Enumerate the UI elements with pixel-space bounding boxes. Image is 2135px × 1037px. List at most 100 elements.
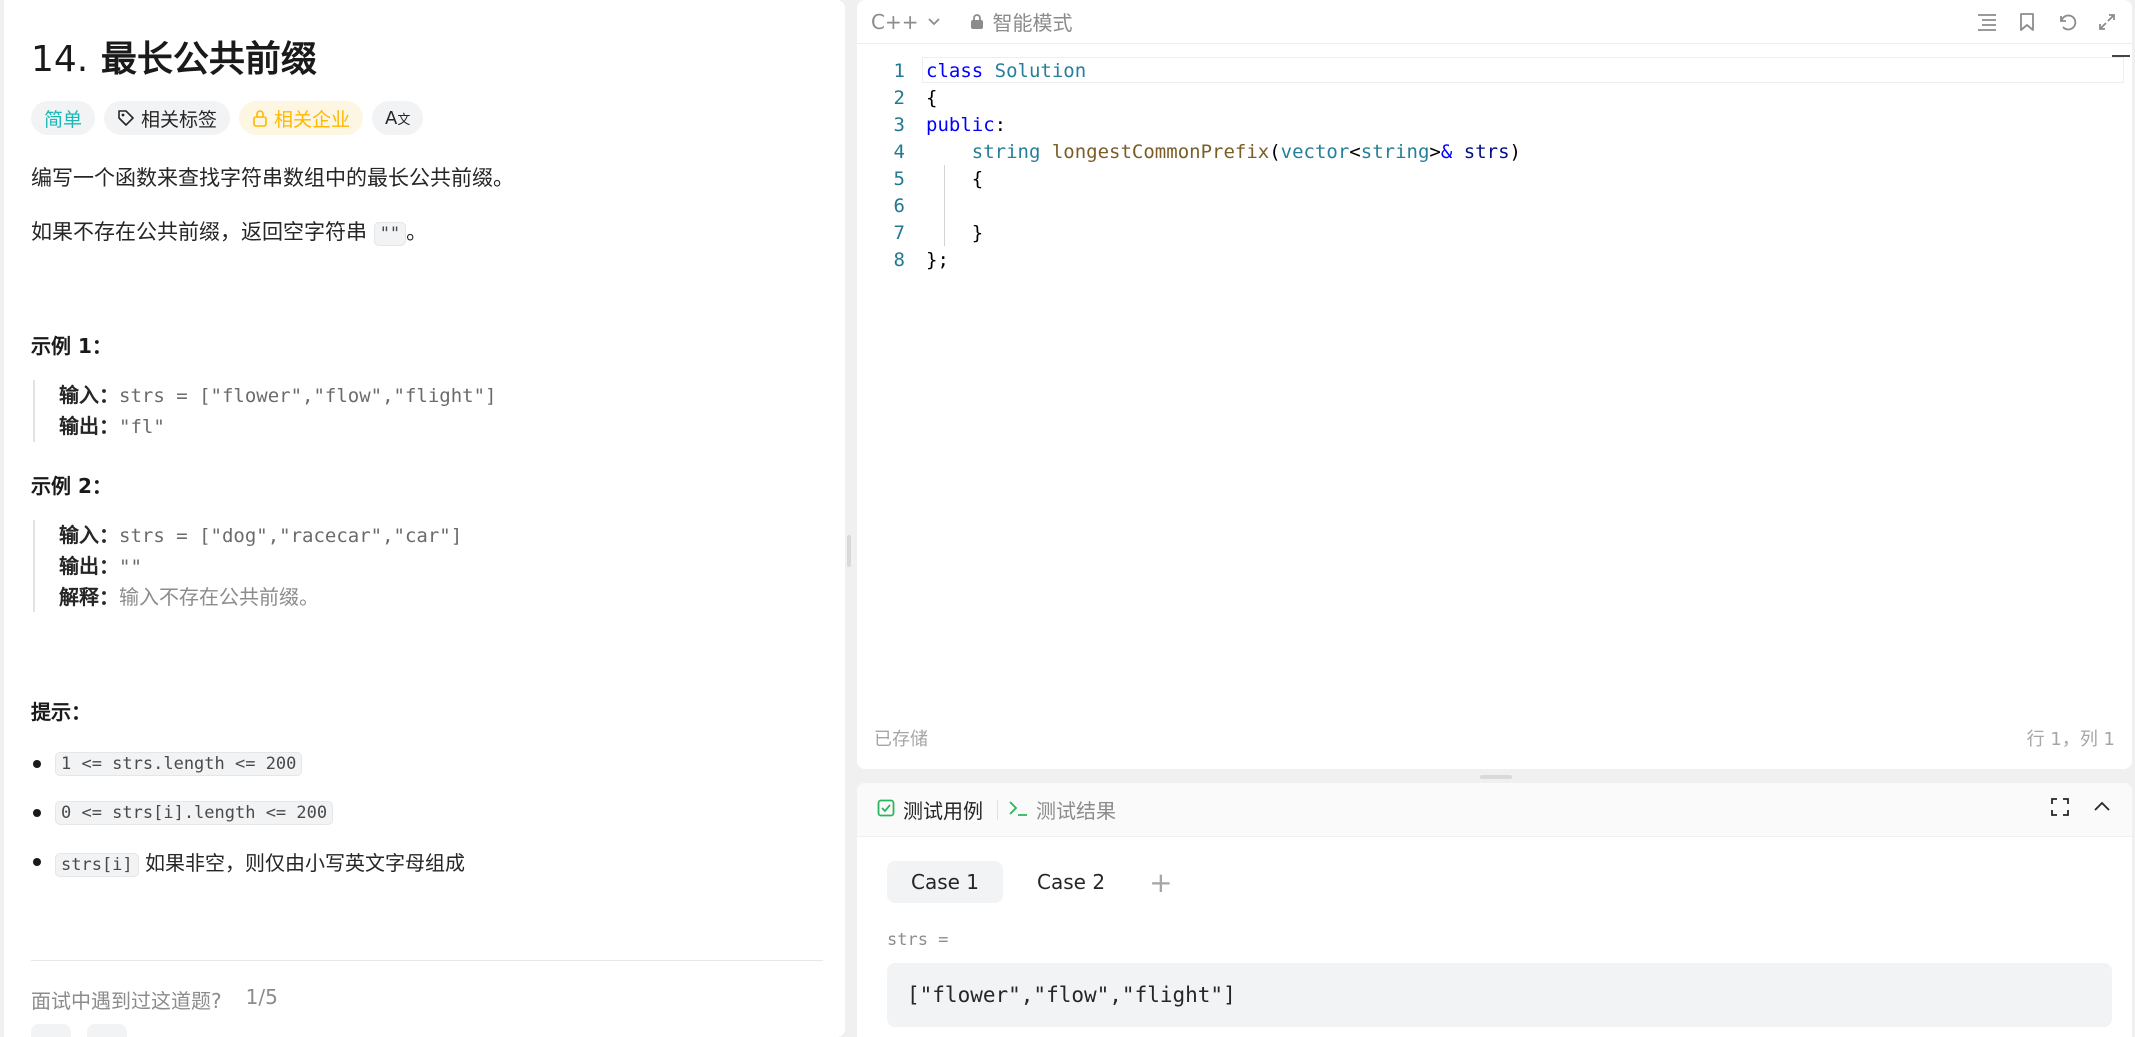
case-2-label: Case 2: [1037, 870, 1106, 894]
case-1-tab[interactable]: Case 1: [887, 861, 1004, 903]
interview-yes-button[interactable]: [31, 1024, 71, 1037]
translate-icon: A文: [385, 107, 411, 129]
minimap[interactable]: [2112, 55, 2130, 57]
tag-row: 简单 相关标签 相关企业 A文: [31, 101, 424, 135]
line-number: 8: [893, 248, 905, 271]
cursor-position: 行 1，列 1: [2026, 729, 2115, 750]
line-number: 7: [893, 221, 905, 244]
smart-mode[interactable]: 智能模式: [970, 7, 1072, 36]
line-number: 6: [893, 194, 905, 217]
divider: [31, 960, 823, 961]
variable-value: ["flower","flow","flight"]: [907, 983, 1236, 1007]
code-line: 5 {: [857, 165, 1521, 192]
example-2-block: 输入：strs = ["dog","racecar","car"] 输出："" …: [33, 520, 462, 612]
code-area[interactable]: 1 class Solution 2{ 3 public: 4 string lon…: [857, 57, 1521, 273]
code-line: 7 }: [857, 219, 1521, 246]
undo-icon[interactable]: [2056, 11, 2078, 33]
testcase-header-icons: [2050, 797, 2112, 822]
problem-title: 最长公共前缀: [100, 39, 317, 80]
language-label: C++: [871, 9, 919, 34]
add-case-button[interactable]: +: [1149, 866, 1172, 899]
line-number: 2: [893, 86, 905, 109]
example-2-input-label: 输入：: [59, 523, 119, 547]
code-line: 1 class Solution: [857, 57, 1521, 84]
case-tabs: Case 1 Case 2 +: [887, 861, 1173, 903]
description-2-pre: 如果不存在公共前缀，返回空字符串: [31, 220, 374, 244]
bullet: [33, 759, 41, 768]
description-2: 如果不存在公共前缀，返回空字符串 ""。: [31, 216, 427, 246]
interview-row: 面试中遇到过这道题? 1/5: [31, 985, 278, 1014]
line-number: 3: [893, 113, 905, 136]
testcase-header: 测试用例 测试结果: [857, 783, 2132, 837]
description-2-post: 。: [406, 220, 428, 244]
example-1-output-label: 输出：: [59, 414, 119, 438]
empty-string-code: "": [373, 222, 407, 246]
code-text: {: [926, 86, 938, 109]
related-tags-label: 相关标签: [141, 108, 218, 131]
related-companies-label: 相关企业: [274, 108, 351, 131]
expand-icon[interactable]: [2096, 11, 2118, 33]
interview-question: 面试中遇到过这道题?: [31, 989, 222, 1013]
example-2-output-label: 输出：: [59, 554, 119, 578]
vertical-resize-handle[interactable]: [847, 535, 851, 567]
variable-input[interactable]: ["flower","flow","flight"]: [887, 963, 2112, 1027]
related-tags-button[interactable]: 相关标签: [104, 101, 231, 135]
description-1: 编写一个函数来查找字符串数组中的最长公共前缀。: [31, 166, 514, 190]
tab-testcase[interactable]: 测试用例: [877, 795, 983, 824]
editor-status-bar: 已存储 行 1，列 1: [874, 725, 2115, 751]
problem-number: 14.: [31, 39, 89, 80]
hint-item: 1 <= strs.length <= 200: [31, 739, 465, 788]
hint-text: 如果非空，则仅由小写英文字母组成: [138, 851, 466, 875]
interview-no-button[interactable]: [87, 1024, 127, 1037]
hint-item: 0 <= strs[i].length <= 200: [31, 788, 465, 837]
related-companies-button[interactable]: 相关企业: [239, 101, 364, 135]
hints-list: 1 <= strs.length <= 200 0 <= strs[i].len…: [31, 739, 465, 886]
example-2-output-value: "": [119, 556, 142, 578]
fullscreen-icon[interactable]: [2050, 797, 2070, 822]
editor-tools: [1976, 11, 2118, 33]
example-2-input-value: strs = ["dog","racecar","car"]: [119, 525, 463, 547]
example-1-heading: 示例 1：: [31, 334, 112, 358]
code-line: 6: [857, 192, 1521, 219]
code-text: string longestCommonPrefix(vector<string…: [971, 140, 1521, 163]
difficulty-label: 简单: [44, 108, 83, 131]
lock-icon: [252, 109, 268, 127]
translate-glyph: A: [385, 107, 398, 129]
code-line: 8};: [857, 246, 1521, 273]
case-1-label: Case 1: [911, 870, 980, 894]
app-root: 14. 最长公共前缀 简单 相关标签 相关企业 A文 编写一个函数来查找字符串数…: [0, 0, 2135, 1037]
translate-button[interactable]: A文: [372, 101, 424, 135]
code-text: }: [926, 221, 984, 244]
language-select[interactable]: C++: [871, 10, 942, 34]
hint-item: strs[i] 如果非空，则仅由小写英文字母组成: [31, 837, 465, 886]
interview-count: 1/5: [245, 985, 278, 1009]
chevron-up-icon[interactable]: [2092, 797, 2112, 822]
horizontal-resize-handle[interactable]: [1480, 775, 1512, 779]
bookmark-icon[interactable]: [2016, 11, 2038, 33]
hint-code: 1 <= strs.length <= 200: [55, 751, 303, 776]
line-number: 5: [893, 167, 905, 190]
terminal-icon: [1008, 798, 1028, 822]
code-editor-panel: C++ 智能模式 1 class Solution 2 {3 public: …: [857, 0, 2132, 769]
tag-icon: [117, 109, 135, 127]
tab-testcase-label: 测试用例: [903, 799, 983, 823]
format-icon[interactable]: [1976, 11, 1998, 33]
testcase-panel: 测试用例 测试结果 Case 1 Case 2 + strs = ["flowe…: [857, 783, 2132, 1037]
case-2-tab[interactable]: Case 2: [1013, 861, 1129, 903]
smart-mode-label: 智能模式: [992, 11, 1073, 35]
problem-panel: 14. 最长公共前缀 简单 相关标签 相关企业 A文 编写一个函数来查找字符串数…: [4, 0, 845, 1037]
example-2-explain-value: 输入不存在公共前缀。: [119, 585, 319, 609]
chevron-down-icon: [926, 10, 942, 34]
tab-result[interactable]: 测试结果: [1008, 795, 1116, 824]
interview-answer-buttons: [31, 1024, 127, 1037]
difficulty-badge[interactable]: 简单: [31, 101, 96, 135]
code-line: 2{: [857, 84, 1521, 111]
tab-result-label: 测试结果: [1036, 799, 1116, 823]
code-text: {: [926, 167, 984, 190]
example-1-block: 输入：strs = ["flower","flow","flight"] 输出：…: [33, 380, 497, 442]
editor-toolbar: C++ 智能模式: [857, 0, 2132, 44]
saved-status: 已存储: [874, 729, 928, 750]
checkbox-icon: [877, 798, 895, 822]
example-2-explain-label: 解释：: [59, 585, 119, 609]
